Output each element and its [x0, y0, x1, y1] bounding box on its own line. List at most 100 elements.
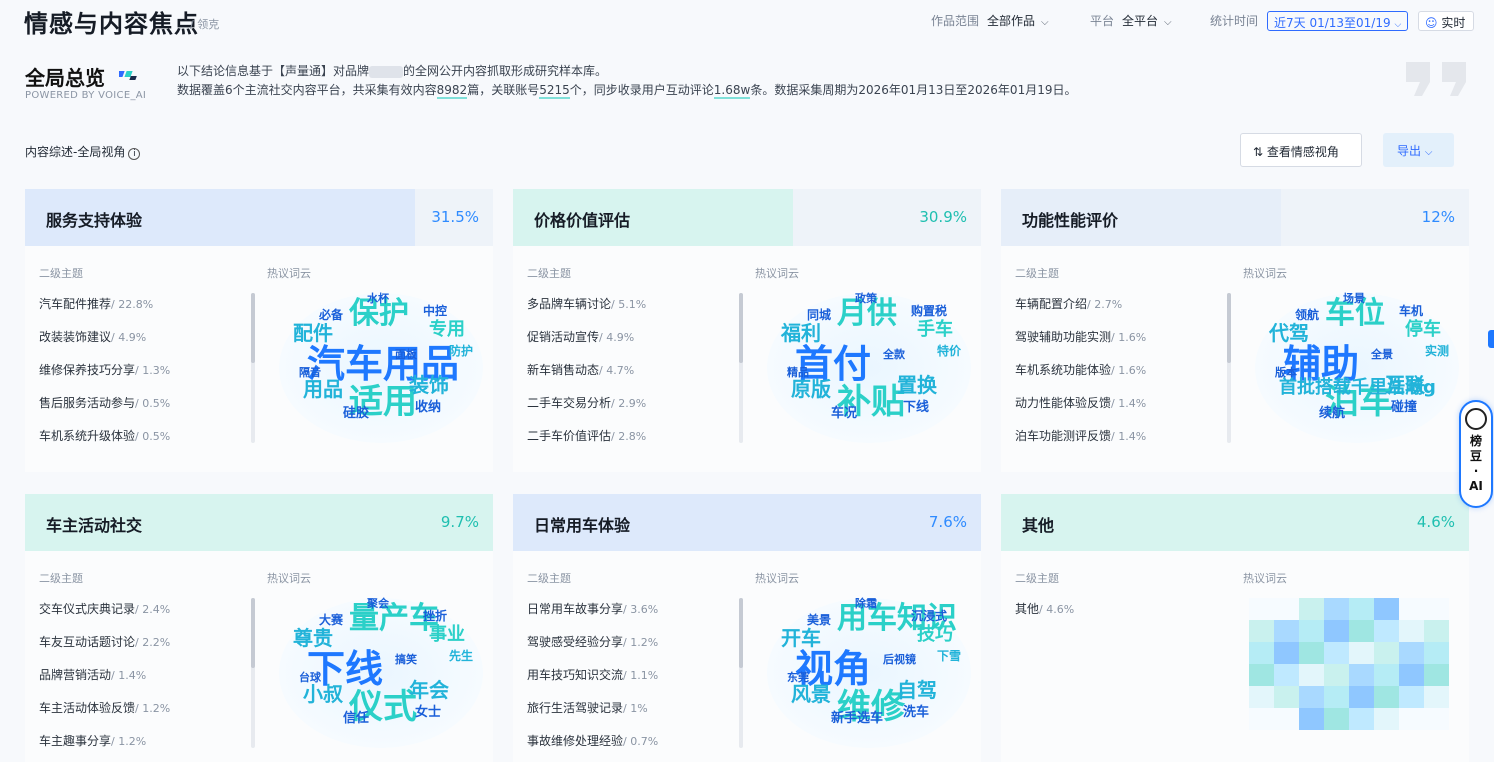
side-tab[interactable] [1488, 330, 1494, 348]
cloud-word[interactable]: 中控 [423, 305, 447, 317]
scrollbar-thumb[interactable] [739, 293, 743, 363]
cloud-word[interactable]: 台球 [299, 672, 321, 683]
cloud-word[interactable]: 除霜 [855, 598, 877, 609]
subtopic-scrollbar[interactable] [739, 293, 743, 443]
subtopic-item[interactable]: 驾驶感受经验分享/ 1.2% [527, 633, 658, 650]
subtopic-item[interactable]: 二手车交易分析/ 2.9% [527, 394, 646, 411]
subtopic-item[interactable]: 售后服务活动参与/ 0.5% [39, 394, 170, 411]
cloud-word[interactable]: 后视镜 [883, 654, 916, 665]
cloud-word[interactable]: 福利 [781, 323, 821, 343]
topic-card[interactable]: 价格价值评估 30.9% 二级主题 热议词云 多品牌车辆讨论/ 5.1% 促销活动宣传/ … [513, 189, 981, 472]
cloud-word[interactable]: 续航 [1319, 407, 1345, 420]
cloud-word[interactable]: 版本 [1275, 367, 1297, 378]
cloud-word[interactable]: 沉浸式 [911, 610, 947, 622]
scrollbar-thumb[interactable] [251, 293, 255, 363]
cloud-word[interactable]: 先生 [449, 650, 473, 662]
subtopic-item[interactable]: 其他/ 4.6% [1015, 600, 1074, 617]
cloud-word[interactable]: 配件 [293, 323, 333, 343]
cloud-word[interactable]: 自驾 [897, 680, 937, 700]
subtopic-item[interactable]: 车机系统功能体验/ 1.6% [1015, 361, 1146, 378]
cloud-word[interactable]: 新手选车 [831, 712, 883, 725]
subtopic-item[interactable]: 旅行生活驾驶记录/ 1% [527, 699, 648, 716]
cloud-word[interactable]: 隔音 [299, 367, 321, 378]
topic-card[interactable]: 车主活动社交 9.7% 二级主题 热议词云 交车仪式庆典记录/ 2.4% 车友互动话题讨论… [25, 494, 493, 762]
cloud-word[interactable]: 装饰 [409, 375, 449, 395]
subtopic-item[interactable]: 品牌营销活动/ 1.4% [39, 666, 146, 683]
cloud-word[interactable]: 硅胶 [343, 407, 369, 420]
cloud-word[interactable]: 挫折 [423, 610, 447, 622]
cloud-word[interactable]: 全景 [1371, 349, 1393, 360]
cloud-word[interactable]: 精品 [787, 367, 809, 378]
subtopic-item[interactable]: 车机系统升级体验/ 0.5% [39, 427, 170, 444]
topic-card[interactable]: 服务支持体验 31.5% 二级主题 热议词云 汽车配件推荐/ 22.8% 改装装饰建议/ … [25, 189, 493, 472]
platform-filter[interactable]: 平台 全平台 ⌵ [1090, 12, 1172, 29]
cloud-word[interactable]: 水杯 [367, 293, 389, 304]
topic-card[interactable]: 日常用车体验 7.6% 二级主题 热议词云 日常用车故事分享/ 3.6% 驾驶感受经验分享… [513, 494, 981, 762]
cloud-word[interactable]: 美景 [807, 614, 831, 626]
subtopic-scrollbar[interactable] [1227, 293, 1231, 443]
subtopic-item[interactable]: 日常用车故事分享/ 3.6% [527, 600, 658, 617]
cloud-word[interactable]: 必备 [319, 309, 343, 321]
subtopic-item[interactable]: 促销活动宣传/ 4.9% [527, 328, 634, 345]
cloud-word[interactable]: 风景 [791, 684, 831, 704]
subtopic-item[interactable]: 驾驶辅助功能实测/ 1.6% [1015, 328, 1146, 345]
cloud-word[interactable]: 面板 [395, 349, 417, 360]
cloud-word[interactable]: 同城 [807, 309, 831, 321]
subtopic-item[interactable]: 泊车功能测评反馈/ 1.4% [1015, 427, 1146, 444]
subtopic-item[interactable]: 维修保养技巧分享/ 1.3% [39, 361, 170, 378]
subtopic-scrollbar[interactable] [251, 293, 255, 443]
cloud-word[interactable]: 事业 [429, 626, 465, 644]
cloud-word[interactable]: 专用 [429, 321, 465, 339]
cloud-word[interactable]: 全款 [883, 349, 905, 360]
cloud-word[interactable]: 车况 [831, 407, 857, 420]
subtopic-item[interactable]: 用车技巧知识交流/ 1.1% [527, 666, 658, 683]
subtopic-item[interactable]: 新车销售动态/ 4.7% [527, 361, 634, 378]
subtopic-item[interactable]: 改装装饰建议/ 4.9% [39, 328, 146, 345]
cloud-word[interactable]: 代驾 [1269, 323, 1309, 343]
cloud-word[interactable]: 停车 [1405, 321, 1441, 339]
cloud-word[interactable]: 女士 [415, 706, 441, 719]
cloud-word[interactable]: 手车 [917, 321, 953, 339]
cloud-word[interactable]: 年会 [409, 680, 449, 700]
cloud-word[interactable]: 开车 [781, 628, 821, 648]
subtopic-item[interactable]: 多品牌车辆讨论/ 5.1% [527, 295, 646, 312]
subtopic-item[interactable]: 汽车配件推荐/ 22.8% [39, 295, 153, 312]
scrollbar-thumb[interactable] [251, 598, 255, 668]
cloud-word[interactable]: 车机 [1399, 305, 1423, 317]
cloud-word[interactable]: 下线 [903, 401, 929, 414]
cloud-word[interactable]: 特价 [937, 345, 961, 357]
cloud-word[interactable]: 购置税 [911, 305, 947, 317]
date-range-select[interactable]: 近7天 01/13至01/19 ⌵ [1267, 11, 1408, 31]
cloud-word[interactable]: 原版 [791, 379, 831, 399]
cloud-word[interactable]: 下雪 [937, 650, 961, 662]
cloud-word[interactable]: 收纳 [415, 401, 441, 414]
subtopic-item[interactable]: 二手车价值评估/ 2.8% [527, 427, 646, 444]
cloud-word[interactable]: 实测 [1425, 345, 1449, 357]
cloud-word[interactable]: 政策 [855, 293, 877, 304]
subtopic-item[interactable]: 车友互动话题讨论/ 2.2% [39, 633, 170, 650]
topic-card[interactable]: 其他 4.6% 二级主题 热议词云 其他/ 4.6% [1001, 494, 1469, 762]
cloud-word[interactable]: 小叔 [303, 684, 343, 704]
cloud-word[interactable]: 尊贵 [293, 628, 333, 648]
subtopic-item[interactable]: 动力性能体验反馈/ 1.4% [1015, 394, 1146, 411]
info-icon[interactable]: i [128, 148, 141, 160]
cloud-word[interactable]: 置换 [897, 375, 937, 395]
cloud-word[interactable]: 技巧 [917, 626, 953, 644]
cloud-word[interactable]: 碰撞 [1391, 401, 1417, 414]
cloud-word[interactable]: 首批搭载千里浩瀚g [1279, 379, 1436, 397]
scrollbar-thumb[interactable] [1227, 293, 1231, 363]
cloud-word[interactable]: 用品 [303, 379, 343, 399]
cloud-word[interactable]: 搞笑 [395, 654, 417, 665]
subtopic-scrollbar[interactable] [739, 598, 743, 748]
cloud-word[interactable]: 场景 [1343, 293, 1365, 304]
cloud-word[interactable]: 东莞 [787, 672, 809, 683]
cloud-word[interactable]: 大赛 [319, 614, 343, 626]
subtopic-item[interactable]: 事故维修处理经验/ 0.7% [527, 732, 658, 749]
scrollbar-thumb[interactable] [739, 598, 743, 668]
cloud-word[interactable]: 信任 [343, 712, 369, 725]
scope-filter[interactable]: 作品范围 全部作品 ⌵ [931, 12, 1049, 29]
view-sentiment-button[interactable]: ⇅ 查看情感视角 [1240, 133, 1362, 167]
cloud-word[interactable]: 领航 [1295, 309, 1319, 321]
cloud-word[interactable]: 防护 [449, 345, 473, 357]
realtime-button[interactable]: ☺ 实时 [1418, 11, 1474, 31]
